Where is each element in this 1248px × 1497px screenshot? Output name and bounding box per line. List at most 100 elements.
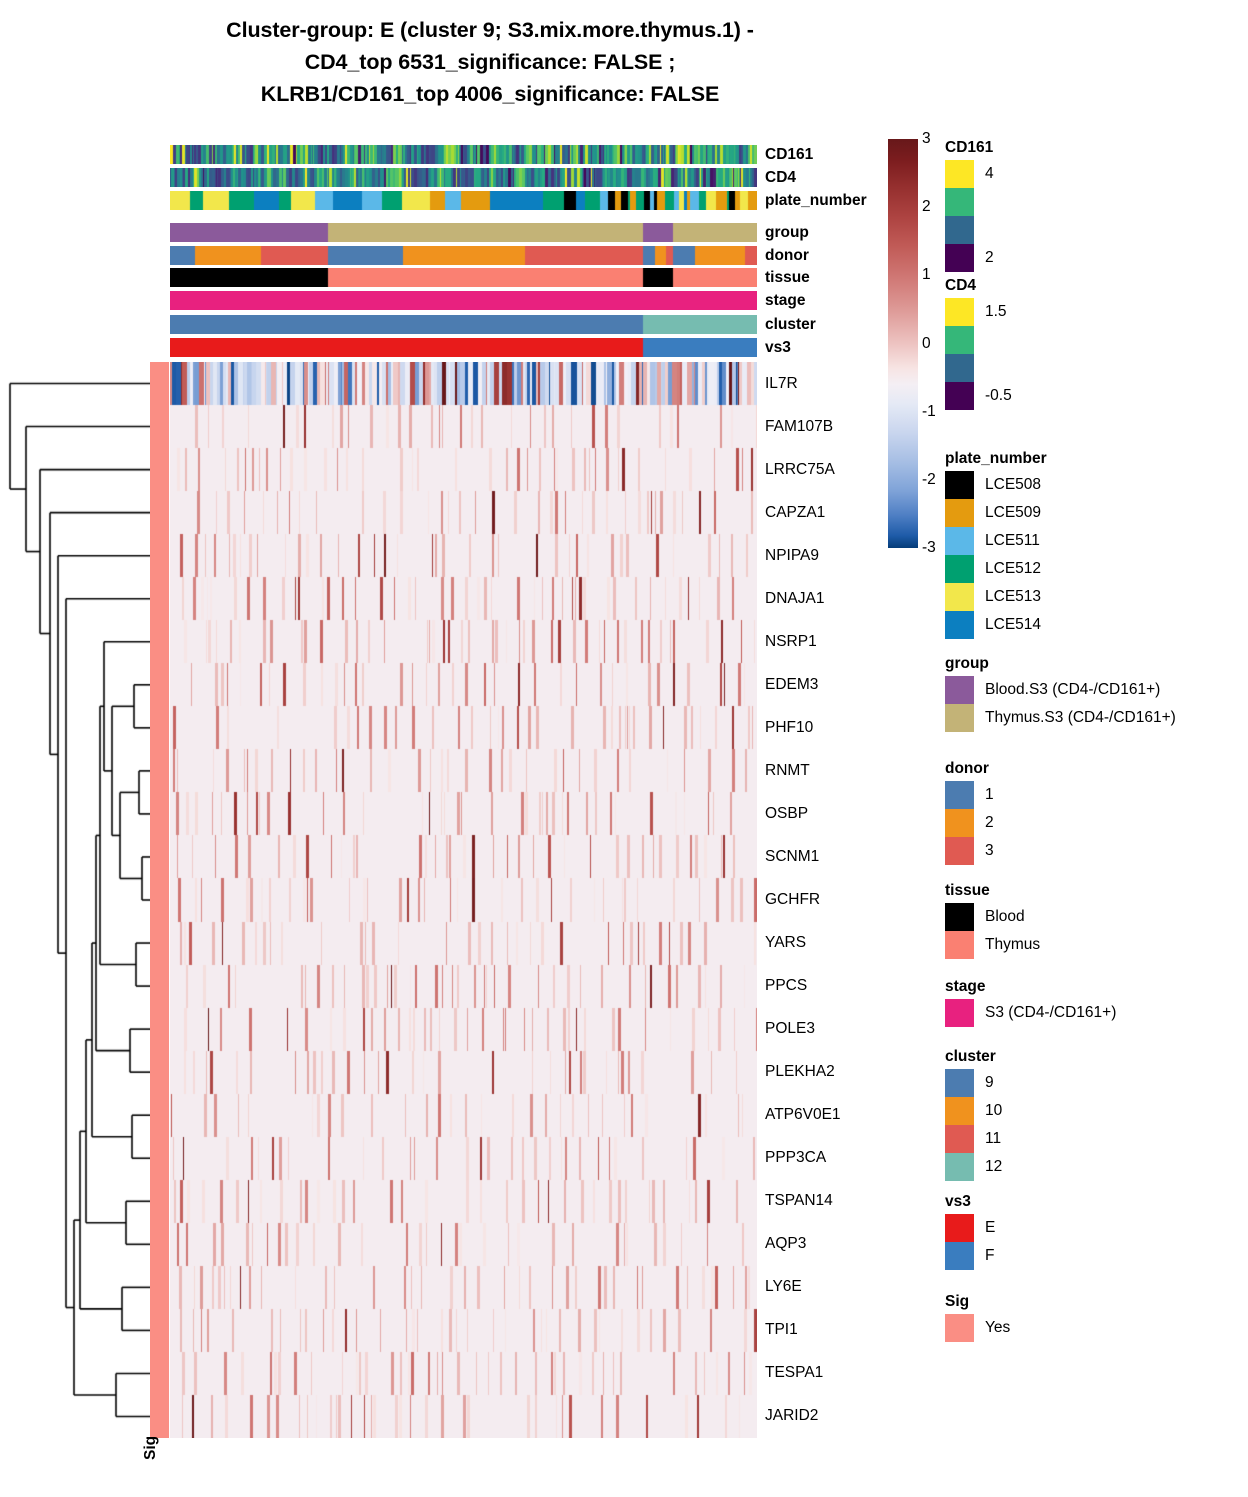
legend-item-Blood[interactable]: Blood xyxy=(945,903,1040,931)
row-label-OSBP: OSBP xyxy=(765,804,809,822)
legend-item-S3 (CD4-/CD161+)[interactable]: S3 (CD4-/CD161+) xyxy=(945,999,1116,1027)
legend-item[interactable]: 1.5 xyxy=(945,298,1012,326)
annotation-track-canvas-group xyxy=(170,223,757,242)
legend-item-3[interactable]: 3 xyxy=(945,837,994,865)
legend-item[interactable] xyxy=(945,326,1012,354)
annotation-track-label-stage: stage xyxy=(765,292,806,309)
legend-item-label: 2 xyxy=(985,814,994,831)
legend-item-E[interactable]: E xyxy=(945,1214,995,1242)
legend-item-2[interactable]: 2 xyxy=(945,809,994,837)
annotation-track-CD4 xyxy=(170,168,757,187)
row-label-TSPAN14: TSPAN14 xyxy=(765,1192,833,1210)
legend-item-11[interactable]: 11 xyxy=(945,1125,1002,1153)
legend-swatch xyxy=(945,781,974,809)
annotation-track-canvas-tissue xyxy=(170,268,757,287)
legend-Sig: Sig Yes xyxy=(945,1293,1010,1342)
legend-item-Thymus.S3 (CD4-/CD161+)[interactable]: Thymus.S3 (CD4-/CD161+) xyxy=(945,704,1176,732)
legend-swatch xyxy=(945,244,974,272)
legend-item-label: 11 xyxy=(985,1130,1002,1147)
legend-item[interactable]: -0.5 xyxy=(945,382,1012,410)
colorbar-tick-1: 1 xyxy=(922,266,931,284)
legend-stage: stage S3 (CD4-/CD161+) xyxy=(945,978,1116,1027)
annotation-track-label-vs3: vs3 xyxy=(765,339,791,356)
legend-swatch xyxy=(945,809,974,837)
legend-swatch xyxy=(945,188,974,216)
page-title: Cluster-group: E (cluster 9; S3.mix.more… xyxy=(90,14,890,110)
legend-item-1[interactable]: 1 xyxy=(945,781,994,809)
legend-item-label: LCE513 xyxy=(985,588,1042,605)
legend-item[interactable]: 2 xyxy=(945,244,994,272)
row-label-IL7R: IL7R xyxy=(765,374,798,392)
row-label-JARID2: JARID2 xyxy=(765,1407,819,1425)
legend-item-Blood.S3 (CD4-/CD161+)[interactable]: Blood.S3 (CD4-/CD161+) xyxy=(945,676,1176,704)
legend-item[interactable]: 4 xyxy=(945,160,994,188)
legend-swatch xyxy=(945,1242,974,1270)
legend-title-donor: donor xyxy=(945,760,989,777)
legend-item-LCE512[interactable]: LCE512 xyxy=(945,555,1047,583)
annotation-track-label-CD161: CD161 xyxy=(765,146,814,163)
row-label-EDEM3: EDEM3 xyxy=(765,675,819,693)
legend-swatch xyxy=(945,471,974,499)
legend-item-LCE513[interactable]: LCE513 xyxy=(945,583,1047,611)
legend-item-10[interactable]: 10 xyxy=(945,1097,1002,1125)
legend-swatch xyxy=(945,837,974,865)
legend-item-label: Yes xyxy=(985,1319,1011,1336)
row-label-PPCS: PPCS xyxy=(765,977,808,995)
row-label-TPI1: TPI1 xyxy=(765,1321,798,1339)
legend-title-plate_number: plate_number xyxy=(945,450,1047,467)
legend-item[interactable] xyxy=(945,216,994,244)
row-label-ATP6V0E1: ATP6V0E1 xyxy=(765,1106,841,1124)
row-label-GCHFR: GCHFR xyxy=(765,891,821,908)
legend-swatch xyxy=(945,160,974,188)
colorbar-tick--3: -3 xyxy=(922,539,936,556)
legend-item-12[interactable]: 12 xyxy=(945,1153,1002,1181)
legend-item-9[interactable]: 9 xyxy=(945,1069,1002,1097)
legend-CD161: CD161 4 2 xyxy=(945,139,994,272)
legend-CD4: CD4 1.5 -0.5 xyxy=(945,277,1012,410)
legend-item-LCE508[interactable]: LCE508 xyxy=(945,471,1047,499)
legend-title-group: group xyxy=(945,655,989,672)
legend-item-F[interactable]: F xyxy=(945,1242,995,1270)
legend-swatch xyxy=(945,1214,974,1242)
title-line-2: CD4_top 6531_significance: FALSE ; xyxy=(304,50,676,74)
legend-item-label: Thymus.S3 (CD4-/CD161+) xyxy=(985,709,1176,726)
legend-items-vs3: EF xyxy=(945,1214,995,1270)
legend-item-Thymus[interactable]: Thymus xyxy=(945,931,1040,959)
legend-swatch xyxy=(945,1314,974,1342)
colorbar-tick-2: 2 xyxy=(922,198,931,216)
legend-item-label: 4 xyxy=(985,165,994,182)
legend-item-label: F xyxy=(985,1247,995,1264)
legend-item[interactable] xyxy=(945,188,994,216)
annotation-track-donor xyxy=(170,246,757,265)
legend-items-plate_number: LCE508 LCE509 LCE511 LCE512 LCE513 LCE514 xyxy=(945,471,1047,639)
legend-item[interactable] xyxy=(945,354,1012,382)
legend-item-label: LCE508 xyxy=(985,476,1042,493)
annotation-track-label-tissue: tissue xyxy=(765,269,810,286)
legend-item-label: -0.5 xyxy=(985,387,1012,404)
legend-swatch xyxy=(945,583,974,611)
legend-title-CD161: CD161 xyxy=(945,139,994,156)
row-label-FAM107B: FAM107B xyxy=(765,417,834,435)
legend-item-label: LCE509 xyxy=(985,504,1042,521)
legend-swatch xyxy=(945,704,974,732)
legend-item-LCE509[interactable]: LCE509 xyxy=(945,499,1047,527)
annotation-track-label-plate_number: plate_number xyxy=(765,192,867,209)
annotation-track-canvas-vs3 xyxy=(170,338,757,357)
annotation-track-canvas-cluster xyxy=(170,315,757,334)
legend-title-vs3: vs3 xyxy=(945,1193,971,1210)
legend-item-LCE511[interactable]: LCE511 xyxy=(945,527,1047,555)
legend-items-CD4: 1.5 -0.5 xyxy=(945,298,1012,410)
annotation-track-canvas-CD4 xyxy=(170,168,757,187)
row-label-CAPZA1: CAPZA1 xyxy=(765,503,826,521)
legend-swatch xyxy=(945,1097,974,1125)
legend-item-LCE514[interactable]: LCE514 xyxy=(945,611,1047,639)
legend-swatch xyxy=(945,326,974,354)
legend-cluster: cluster 9 10 11 12 xyxy=(945,1048,1002,1181)
row-label-LY6E: LY6E xyxy=(765,1278,802,1296)
legend-items-cluster: 9 10 11 12 xyxy=(945,1069,1002,1181)
annotation-track-label-cluster: cluster xyxy=(765,316,816,333)
annotation-track-canvas-CD161 xyxy=(170,145,757,164)
legend-title-stage: stage xyxy=(945,978,986,995)
legend-item-Yes[interactable]: Yes xyxy=(945,1314,1010,1342)
legend-items-donor: 1 2 3 xyxy=(945,781,994,865)
